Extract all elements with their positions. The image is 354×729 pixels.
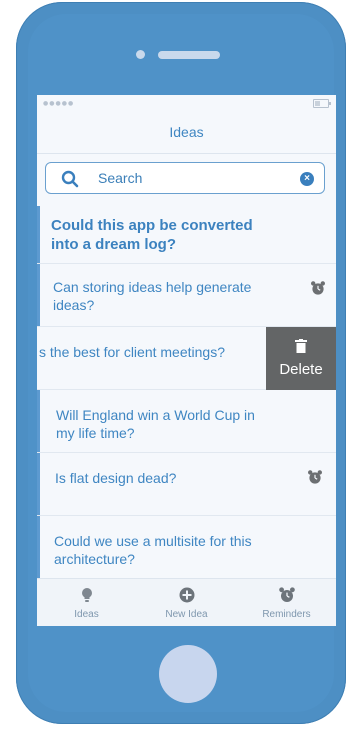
plus-circle-icon [178,586,196,604]
navigation-bar: Ideas [37,111,336,154]
idea-list: Could this app be converted into a dream … [37,206,336,579]
idea-title: Is flat design dead? [55,469,176,487]
idea-title-line: my life time? [56,425,135,441]
idea-title-line: Can storing ideas help generate [53,279,252,295]
idea-title-line: Will England win a World Cup in [56,407,255,423]
search-placeholder: Search [98,170,143,186]
search-icon [61,170,79,188]
tab-label: Reminders [262,609,311,620]
front-camera [136,50,145,59]
row-accent-bar [37,264,40,326]
trash-icon [295,339,307,353]
alarm-clock-icon[interactable] [310,280,326,296]
tab-ideas[interactable]: Ideas [37,579,136,626]
clear-search-icon[interactable]: × [300,172,314,186]
earpiece-speaker [158,51,220,59]
app-screen: ●●●●● Ideas Search × Could this app be c… [37,95,336,626]
idea-list-item[interactable]: Is flat design dead? [37,453,336,516]
idea-title: Can storing ideas help generate ideas? [53,278,251,314]
alarm-clock-icon[interactable] [307,469,323,485]
idea-title-line: Could this app be converted [51,217,253,234]
idea-list-item[interactable]: Will England win a World Cup in my life t… [37,390,336,453]
tab-reminders[interactable]: Reminders [237,579,336,626]
delete-label: Delete [279,361,323,378]
home-button[interactable] [159,645,217,703]
search-input[interactable]: Search × [45,162,325,194]
tab-bar: Ideas New Idea Reminders [37,578,336,626]
tab-label: New Idea [165,609,208,620]
idea-title: Could this app be converted into a dream … [51,216,253,254]
status-bar: ●●●●● [37,95,336,111]
delete-button[interactable]: Delete [266,327,336,390]
idea-title: Will England win a World Cup in my life t… [56,406,255,442]
signal-strength-icon: ●●●●● [43,100,75,107]
row-accent-bar [37,516,40,578]
row-accent-bar [37,390,40,452]
alarm-clock-icon [278,586,296,604]
row-accent-bar [37,453,40,515]
lightbulb-icon [78,586,96,604]
idea-title-line: into a dream log? [51,236,177,253]
idea-title-line: s the best for client meetings? [39,344,225,360]
idea-list-item[interactable]: Could we use a multisite for this archite… [37,516,336,579]
idea-title: Could we use a multisite for this archite… [54,532,252,568]
page-title: Ideas [169,124,204,140]
tab-label: Ideas [74,609,99,620]
idea-title-line: architecture? [54,551,135,567]
row-accent-bar [37,206,40,263]
idea-title-line: ideas? [53,297,95,313]
battery-level [315,101,320,106]
tab-new-idea[interactable]: New Idea [137,579,236,626]
battery-icon [313,99,331,108]
idea-list-item[interactable]: s the best for client meetings? Delete [37,327,336,390]
idea-list-item[interactable]: Can storing ideas help generate ideas? [37,264,336,327]
idea-list-item[interactable]: Could this app be converted into a dream … [37,206,336,264]
idea-title-line: Is flat design dead? [55,470,177,486]
idea-title: s the best for client meetings? [39,343,225,361]
idea-title-line: Could we use a multisite for this [54,533,252,549]
